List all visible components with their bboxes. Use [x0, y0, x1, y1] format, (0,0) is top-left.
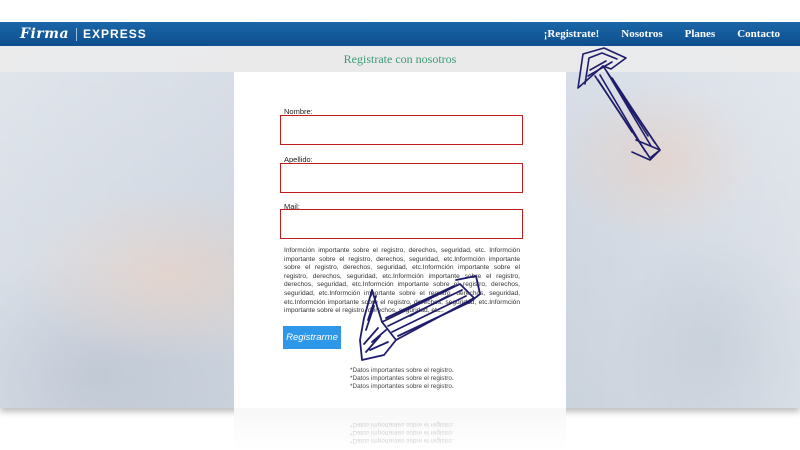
nombre-input[interactable]: [280, 115, 523, 145]
nav-item-nosotros[interactable]: Nosotros: [610, 22, 673, 46]
note-line: *Datos importantes sobre el registro.: [350, 367, 454, 374]
registration-notes: *Datos importantes sobre el registro. *D…: [350, 367, 454, 391]
logo[interactable]: Firma EXPRESS: [0, 26, 147, 42]
logo-script-text: Firma: [20, 26, 70, 42]
page: Firma EXPRESS ¡Registrate! Nosotros Plan…: [0, 0, 800, 450]
note-line: *Datos importantes sobre el registro.: [350, 437, 454, 444]
registration-info-text: Informción importante sobre el registro,…: [284, 247, 520, 315]
reflected-notes: *Datos importantes sobre el registro. *D…: [350, 420, 454, 444]
registration-form-card: Nombre: Apellido: Mail: Informción impor…: [234, 72, 566, 408]
card-reflection: *Datos importantes sobre el registro. *D…: [234, 408, 566, 450]
note-line: *Datos importantes sobre el registro.: [350, 421, 454, 428]
top-navbar: Firma EXPRESS ¡Registrate! Nosotros Plan…: [0, 22, 800, 46]
nav-item-contacto[interactable]: Contacto: [726, 22, 800, 46]
title-band: Registrate con nosotros: [0, 46, 800, 72]
nav-item-planes[interactable]: Planes: [674, 22, 727, 46]
note-line: *Datos importantes sobre el registro.: [350, 429, 454, 436]
note-line: *Datos importantes sobre el registro.: [350, 375, 454, 382]
registrarme-button[interactable]: Registrarme: [283, 326, 341, 349]
mail-input[interactable]: [280, 209, 523, 239]
nav-item-registrate[interactable]: ¡Registrate!: [533, 22, 611, 46]
note-line: *Datos importantes sobre el registro.: [350, 383, 454, 390]
apellido-input[interactable]: [280, 163, 523, 193]
main-nav: ¡Registrate! Nosotros Planes Contacto: [533, 22, 800, 46]
logo-express-text: EXPRESS: [83, 27, 147, 41]
page-title: Registrate con nosotros: [343, 51, 457, 66]
logo-divider: [76, 27, 78, 41]
